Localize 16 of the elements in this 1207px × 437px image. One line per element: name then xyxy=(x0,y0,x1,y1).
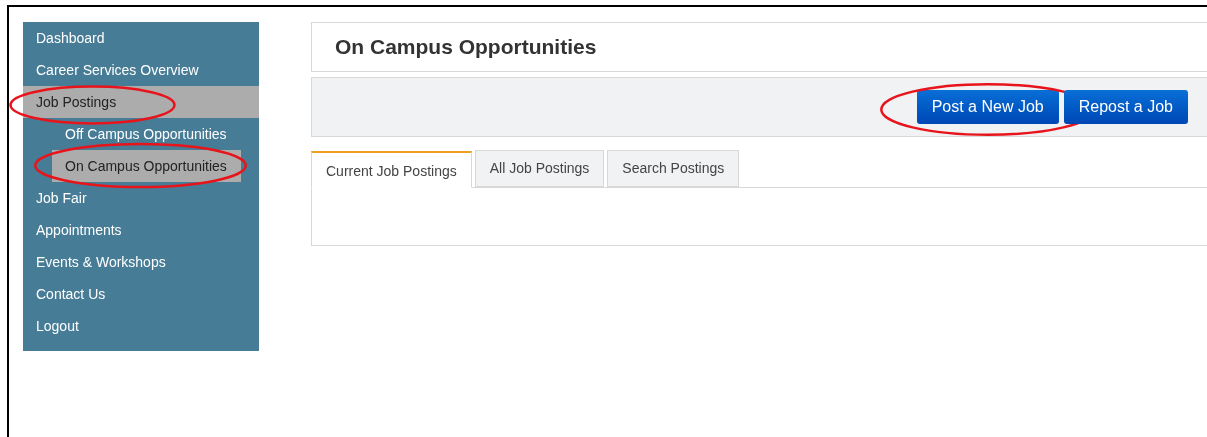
tab[interactable]: Search Postings xyxy=(607,150,740,187)
sidebar-item[interactable]: Dashboard xyxy=(23,22,259,54)
action-button[interactable]: Post a New Job xyxy=(916,90,1059,124)
sidebar-item[interactable]: Contact Us xyxy=(23,278,259,310)
sidebar-item[interactable]: Job Fair xyxy=(23,182,259,214)
sidebar-item[interactable]: Appointments xyxy=(23,214,259,246)
sidebar-subitem[interactable]: Off Campus Opportunities xyxy=(52,118,241,150)
sidebar-subitem[interactable]: On Campus Opportunities xyxy=(52,150,241,182)
action-button[interactable]: Repost a Job xyxy=(1063,90,1188,124)
sidebar-item[interactable]: Logout xyxy=(23,310,259,342)
page-title: On Campus Opportunities xyxy=(335,34,597,61)
tab[interactable]: Current Job Postings xyxy=(311,151,472,188)
sidebar-item[interactable]: Career Services Overview xyxy=(23,54,259,86)
sidebar-item[interactable]: Job Postings xyxy=(23,86,259,118)
tab[interactable]: All Job Postings xyxy=(474,150,605,187)
sidebar-item[interactable]: Events & Workshops xyxy=(23,246,259,278)
